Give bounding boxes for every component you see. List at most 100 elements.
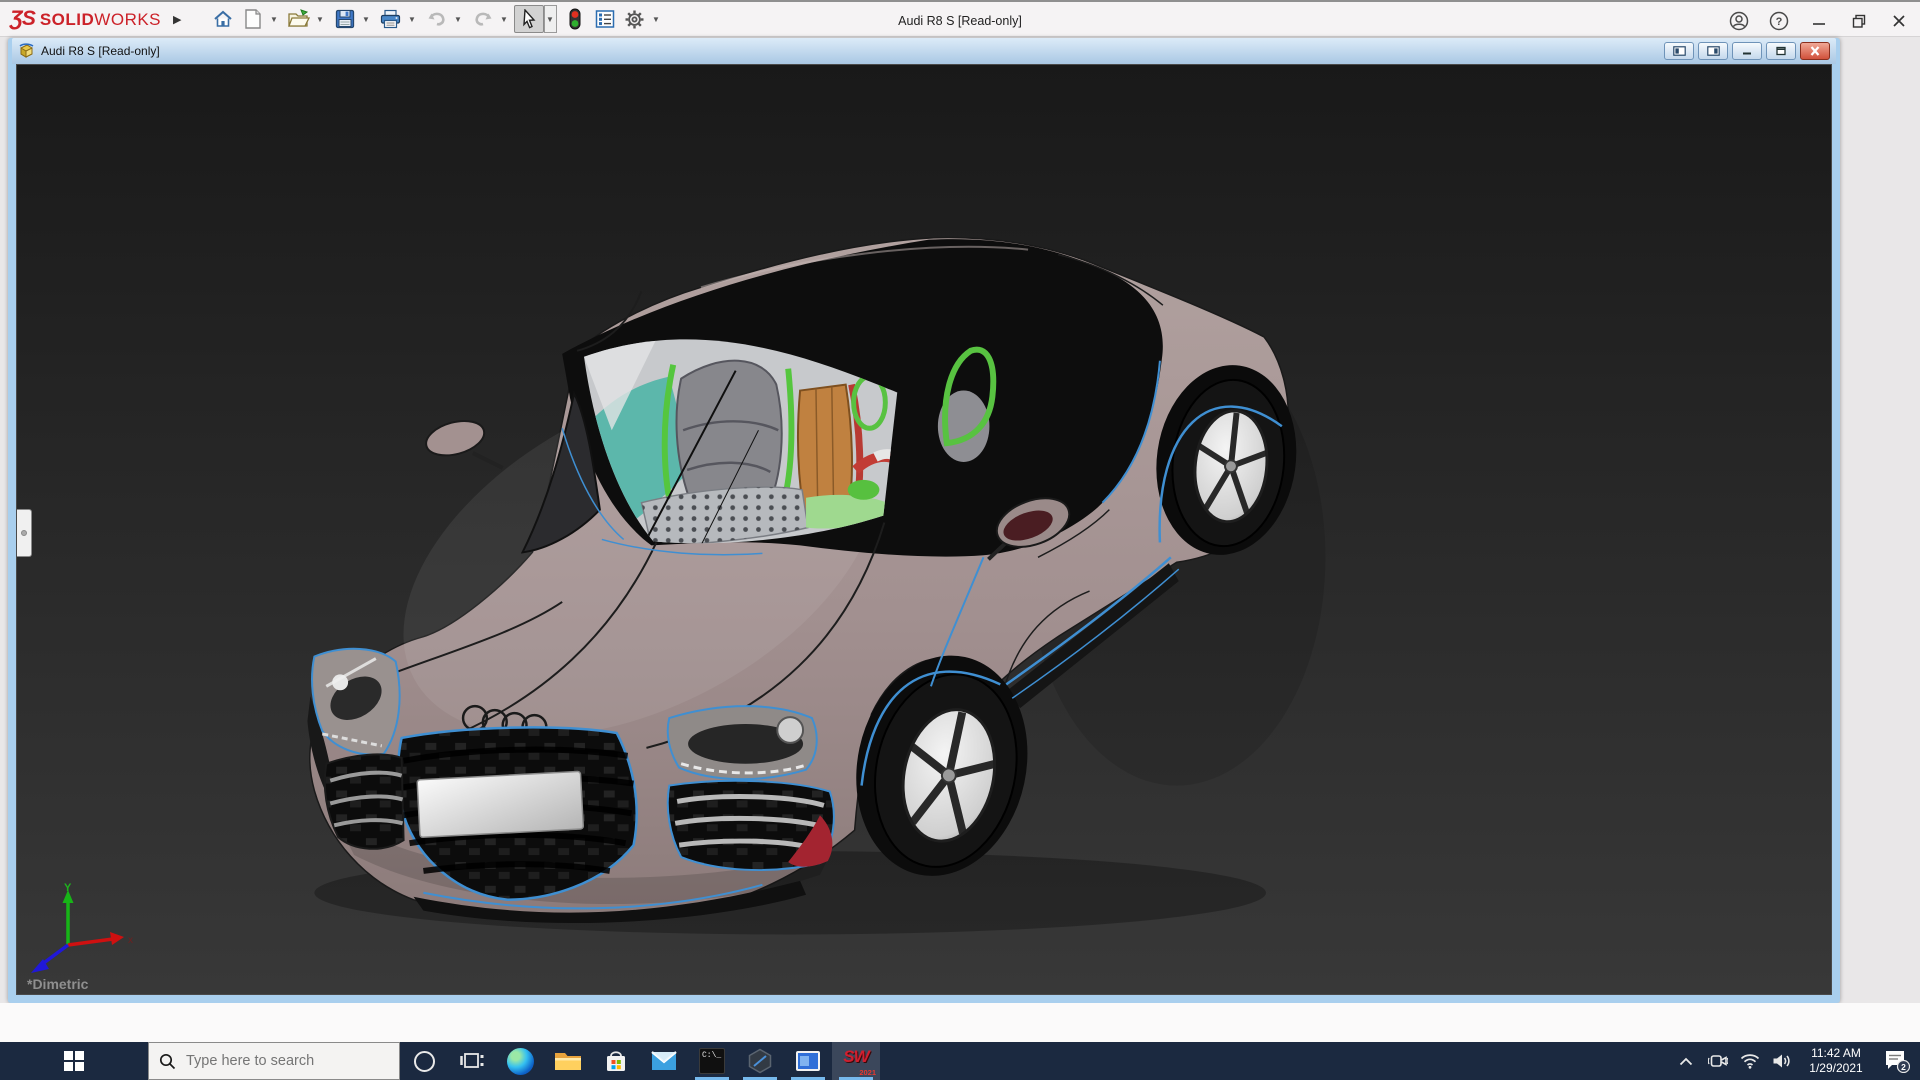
select-dropdown[interactable]: ▼ [544, 5, 557, 33]
new-document-button[interactable] [238, 5, 268, 33]
document-titlebar[interactable]: Audi R8 S [Read-only] [12, 38, 1836, 64]
close-button[interactable] [1886, 8, 1912, 34]
print-dropdown[interactable]: ▼ [406, 5, 419, 33]
solidworks-logo: ƷS SOLID WORKS [10, 7, 161, 31]
taskbar-clock[interactable]: 11:42 AM 1/29/2021 [1798, 1042, 1874, 1080]
clock-date: 1/29/2021 [1809, 1061, 1862, 1076]
file-properties-icon [595, 9, 615, 29]
open-button[interactable] [284, 5, 314, 33]
tray-volume-button[interactable] [1766, 1042, 1798, 1080]
options-dropdown[interactable]: ▼ [650, 5, 663, 33]
taskbar-cortana[interactable] [400, 1042, 448, 1080]
help-button[interactable]: ? [1766, 8, 1792, 34]
taskbar-edge[interactable] [496, 1042, 544, 1080]
taskbar-mail[interactable] [640, 1042, 688, 1080]
car-body-group[interactable] [307, 237, 1308, 923]
doc-minimize-button[interactable] [1732, 42, 1762, 60]
save-dropdown[interactable]: ▼ [360, 5, 373, 33]
side-intake-right[interactable] [668, 781, 834, 870]
minimize-icon [1812, 14, 1826, 28]
pane-left-icon [1673, 46, 1686, 56]
orientation-triad: Y x [23, 883, 138, 978]
taskbar-search[interactable] [148, 1042, 400, 1080]
command-prompt-icon: C:\_ [699, 1048, 725, 1074]
account-button[interactable] [1726, 8, 1752, 34]
new-document-dropdown[interactable]: ▼ [268, 5, 281, 33]
tray-wifi-button[interactable] [1734, 1042, 1766, 1080]
edge-icon [507, 1048, 534, 1075]
redo-button[interactable] [468, 5, 498, 33]
open-icon [288, 9, 310, 29]
task-view-icon [460, 1050, 484, 1072]
triad-x-label: x [128, 935, 133, 946]
graphics-viewport[interactable]: Y x *Dimetric [16, 64, 1832, 995]
close-icon [1892, 14, 1906, 28]
taskbar-solidworks[interactable]: SW 2021 [832, 1042, 880, 1080]
taskbar-remote-window-app[interactable] [784, 1042, 832, 1080]
view-orientation-label: *Dimetric [27, 976, 88, 992]
mirror-left[interactable] [422, 415, 502, 468]
minimize-button[interactable] [1806, 8, 1832, 34]
svg-text:?: ? [1776, 16, 1783, 28]
restore-button[interactable] [1846, 8, 1872, 34]
taskbar-store[interactable] [592, 1042, 640, 1080]
print-icon [380, 9, 401, 29]
taskbar-command-prompt[interactable]: C:\_ [688, 1042, 736, 1080]
save-button[interactable] [330, 5, 360, 33]
dassault-mark: ƷS [10, 7, 35, 31]
tray-expand-button[interactable] [1670, 1042, 1702, 1080]
select-button[interactable] [514, 5, 544, 33]
main-toolbar: ▼ ▼ ▼ ▼ ▼ ▼ ▼ ▼ [208, 2, 666, 36]
new-document-icon [244, 9, 262, 29]
windows-logo-icon [64, 1051, 84, 1071]
search-icon [159, 1053, 176, 1070]
taskbar-task-view[interactable] [448, 1042, 496, 1080]
open-dropdown[interactable]: ▼ [314, 5, 327, 33]
wifi-icon [1740, 1053, 1760, 1069]
menu-expand-chevron-icon[interactable]: ▶ [173, 13, 181, 26]
file-explorer-icon [554, 1049, 582, 1073]
taskbar-dev-app[interactable] [736, 1042, 784, 1080]
home-button[interactable] [208, 5, 238, 33]
start-button[interactable] [0, 1042, 148, 1080]
select-cursor-icon [520, 9, 538, 29]
print-button[interactable] [376, 5, 406, 33]
notification-center-button[interactable]: 2 [1874, 1042, 1920, 1080]
document-window: Audi R8 S [Read-only] [8, 38, 1840, 1003]
doc-close-icon [1809, 46, 1821, 56]
undo-icon [427, 10, 447, 28]
status-bar [0, 1003, 1920, 1042]
notifications-icon: 2 [1884, 1049, 1910, 1073]
app-window-title: Audi R8 S [Read-only] [898, 2, 1022, 39]
options-button[interactable] [620, 5, 650, 33]
3d-model-audi-r8[interactable] [17, 65, 1831, 994]
side-intake-left[interactable] [325, 754, 404, 848]
meet-now-icon [1708, 1053, 1728, 1069]
search-input[interactable] [186, 1053, 376, 1069]
redo-icon [473, 10, 493, 28]
undo-dropdown[interactable]: ▼ [452, 5, 465, 33]
headlight-right[interactable] [668, 706, 817, 779]
chevron-up-icon [1679, 1057, 1693, 1066]
pane-left-button[interactable] [1664, 42, 1694, 60]
doc-close-button[interactable] [1800, 42, 1830, 60]
remote-window-icon [795, 1050, 821, 1072]
help-icon: ? [1769, 11, 1789, 31]
rebuild-traffic-light-icon [569, 8, 581, 30]
tray-meet-now-button[interactable] [1702, 1042, 1734, 1080]
volume-icon [1772, 1053, 1792, 1069]
undo-button[interactable] [422, 5, 452, 33]
feature-manager-collapsed-tab[interactable] [17, 509, 32, 557]
taskbar: C:\_ SW 2021 11:42 AM 1/29/2021 [0, 1042, 1920, 1080]
options-gear-icon [624, 9, 645, 30]
doc-restore-button[interactable] [1766, 42, 1796, 60]
redo-dropdown[interactable]: ▼ [498, 5, 511, 33]
pane-right-button[interactable] [1698, 42, 1728, 60]
file-properties-button[interactable] [590, 5, 620, 33]
rebuild-button[interactable] [560, 5, 590, 33]
solidworks-2021-icon: SW 2021 [838, 1047, 874, 1075]
save-icon [335, 9, 355, 29]
taskbar-file-explorer[interactable] [544, 1042, 592, 1080]
clock-time: 11:42 AM [1811, 1046, 1861, 1061]
store-icon [604, 1049, 628, 1073]
